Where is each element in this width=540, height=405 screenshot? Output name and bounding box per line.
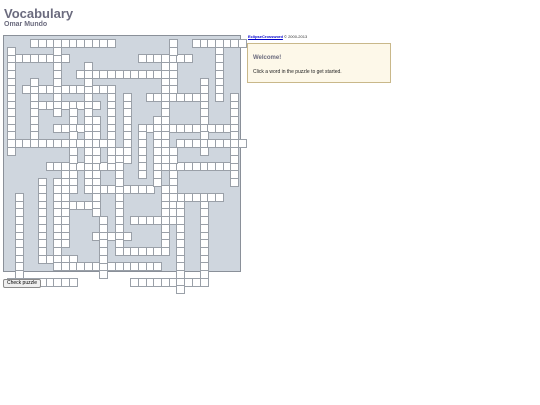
grid-cell[interactable] xyxy=(68,116,78,125)
grid-cell[interactable] xyxy=(199,277,209,287)
eclipsecrossword-link[interactable]: EclipseCrossword xyxy=(248,34,283,39)
check-puzzle-button[interactable]: Check puzzle xyxy=(3,279,42,288)
grid-cell[interactable] xyxy=(53,262,63,272)
grid-cell[interactable] xyxy=(53,108,63,118)
crossword-grid[interactable] xyxy=(3,35,247,295)
welcome-text: Click a word in the puzzle to get starte… xyxy=(253,69,342,75)
grid-cell[interactable] xyxy=(60,193,70,202)
grid-cell[interactable] xyxy=(176,208,186,218)
grid-cell[interactable] xyxy=(153,262,163,272)
grid-cell[interactable] xyxy=(99,270,109,279)
grid-cell[interactable] xyxy=(161,85,170,95)
grid-cell[interactable] xyxy=(230,131,240,141)
grid-cell[interactable] xyxy=(214,92,224,102)
grid-cell[interactable] xyxy=(14,270,24,279)
grid-cell[interactable] xyxy=(30,92,40,102)
grid-cell[interactable] xyxy=(230,154,240,164)
grid-cell[interactable] xyxy=(145,185,155,195)
puzzle-title: Vocabulary xyxy=(4,6,74,21)
grid-cell[interactable] xyxy=(238,39,247,48)
grid-cell[interactable] xyxy=(99,254,109,264)
grid-cell[interactable] xyxy=(30,131,40,141)
grid-cell[interactable] xyxy=(122,231,132,241)
grid-cell[interactable] xyxy=(7,146,16,156)
welcome-title: Welcome! xyxy=(253,55,282,61)
grid-cell[interactable] xyxy=(68,131,78,141)
grid-cell[interactable] xyxy=(199,146,209,156)
grid-cell[interactable] xyxy=(168,85,178,95)
grid-cell[interactable] xyxy=(53,46,63,56)
grid-cell[interactable] xyxy=(161,62,170,72)
grid-cell[interactable] xyxy=(107,39,117,48)
grid-cell[interactable] xyxy=(137,169,147,179)
grid-cell[interactable] xyxy=(199,85,209,95)
grid-cell[interactable] xyxy=(68,277,78,287)
grid-cell[interactable] xyxy=(161,208,170,218)
grid-cell[interactable] xyxy=(153,116,163,125)
grid-cell[interactable] xyxy=(7,46,16,56)
grid-cell[interactable] xyxy=(114,223,124,233)
grid-cell[interactable] xyxy=(53,246,63,256)
grid-cell[interactable] xyxy=(114,239,124,249)
grid-cell[interactable] xyxy=(176,285,186,295)
grid-cell[interactable] xyxy=(238,139,247,149)
puzzle-author: Omar Mundo xyxy=(4,21,48,28)
grid-cell[interactable] xyxy=(60,54,70,64)
grid-cell[interactable] xyxy=(161,116,170,125)
grid-cell[interactable] xyxy=(176,270,186,279)
grid-cell[interactable] xyxy=(153,154,163,164)
grid-cell[interactable] xyxy=(168,46,178,56)
welcome-panel: Welcome! Click a word in the puzzle to g… xyxy=(247,43,391,83)
grid-cell[interactable] xyxy=(168,154,178,164)
grid-cell[interactable] xyxy=(53,77,63,87)
grid-cell[interactable] xyxy=(60,239,70,249)
grid-cell[interactable] xyxy=(114,177,124,187)
grid-cell[interactable] xyxy=(199,131,209,141)
grid-cell[interactable] xyxy=(99,223,109,233)
grid-cell[interactable] xyxy=(91,193,101,202)
copyright-text: © 2000-2013 xyxy=(282,34,308,39)
grid-cell[interactable] xyxy=(53,92,63,102)
grid-cell[interactable] xyxy=(84,92,93,102)
grid-cell[interactable] xyxy=(184,54,194,64)
credit-line: EclipseCrossword © 2000-2013 xyxy=(248,34,307,39)
grid-cell[interactable] xyxy=(84,62,93,72)
grid-cell[interactable] xyxy=(91,131,101,141)
grid-cell[interactable] xyxy=(199,116,209,125)
grid-cell[interactable] xyxy=(68,154,78,164)
grid-cell[interactable] xyxy=(30,77,40,87)
grid-cell[interactable] xyxy=(214,193,224,202)
grid-cell[interactable] xyxy=(122,154,132,164)
grid-cell[interactable] xyxy=(91,100,101,110)
grid-cell[interactable] xyxy=(161,246,170,256)
grid-cell[interactable] xyxy=(230,177,240,187)
grid-cell[interactable] xyxy=(37,246,47,256)
grid-cell[interactable] xyxy=(91,154,101,164)
grid-cell[interactable] xyxy=(68,185,78,195)
grid-cell[interactable] xyxy=(84,77,93,87)
